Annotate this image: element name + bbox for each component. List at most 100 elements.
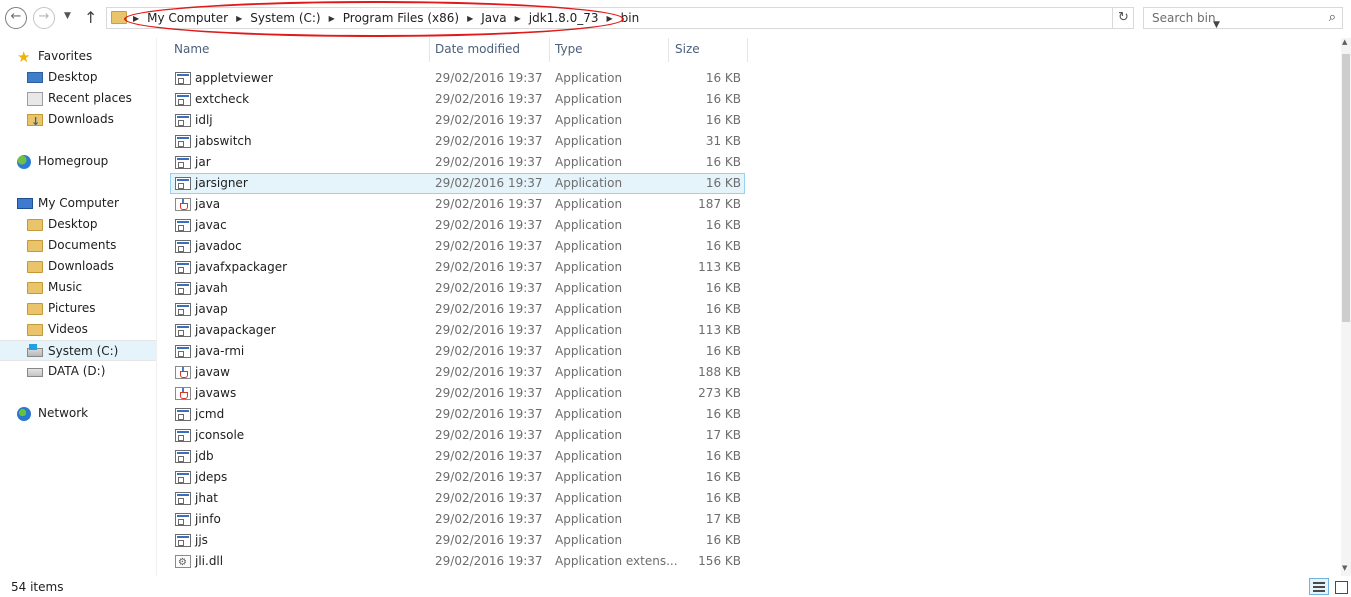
file-type: Application: [555, 365, 623, 379]
file-row[interactable]: jhat 29/02/2016 19:37 Application 16 KB: [157, 488, 757, 509]
file-row[interactable]: jli.dll 29/02/2016 19:37 Application exten…: [157, 551, 757, 573]
nav-favorites[interactable]: ★ Favorites: [0, 46, 156, 67]
file-row[interactable]: idlj 29/02/2016 19:37 Application 16 KB: [157, 110, 757, 131]
column-header-type[interactable]: Type: [555, 42, 583, 56]
scroll-down-icon[interactable]: ▼: [1342, 564, 1347, 572]
breadcrumb-chevron-icon[interactable]: ▶: [236, 14, 242, 23]
file-date-modified: 29/02/2016 19:37: [435, 554, 543, 568]
breadcrumb-item[interactable]: My Computer: [147, 11, 228, 25]
favorites-group: ★ Favorites Desktop Recent places Downlo…: [0, 46, 156, 132]
file-row[interactable]: jjs 29/02/2016 19:37 Application 16 KB: [157, 530, 757, 551]
file-row[interactable]: jar 29/02/2016 19:37 Application 16 KB: [157, 152, 757, 173]
vertical-scrollbar[interactable]: ▲ ▼: [1341, 38, 1351, 576]
breadcrumb-item[interactable]: bin: [621, 11, 640, 25]
application-icon: [175, 261, 191, 274]
file-row[interactable]: jcmd 29/02/2016 19:37 Application 16 KB: [157, 404, 757, 425]
file-row[interactable]: javah 29/02/2016 19:37 Application 16 KB: [157, 278, 757, 299]
file-name: jinfo: [195, 512, 221, 526]
file-row[interactable]: jinfo 29/02/2016 19:37 Application 17 KB: [157, 509, 757, 530]
file-row[interactable]: java 29/02/2016 19:37 Application 187 KB: [157, 194, 757, 215]
file-type: Application: [555, 533, 623, 547]
column-header-name[interactable]: Name: [174, 42, 209, 56]
file-row[interactable]: javafxpackager 29/02/2016 19:37 Applicatio…: [157, 257, 757, 278]
file-row[interactable]: appletviewer 29/02/2016 19:37 Application 1…: [157, 68, 757, 89]
column-divider[interactable]: [429, 38, 430, 62]
recent-locations-button[interactable]: ▼: [64, 11, 71, 21]
breadcrumb-item[interactable]: Java: [481, 11, 506, 25]
dll-file-icon: [175, 552, 191, 573]
nav-computer-documents[interactable]: Documents: [0, 235, 156, 256]
column-header-size[interactable]: Size: [675, 42, 700, 56]
file-row[interactable]: java-rmi 29/02/2016 19:37 Application 16 KB: [157, 341, 757, 362]
scrollbar-thumb[interactable]: [1342, 54, 1350, 322]
up-button[interactable]: ↑: [84, 8, 97, 27]
file-row[interactable]: javadoc 29/02/2016 19:37 Application 16 KB: [157, 236, 757, 257]
breadcrumb-chevron-icon[interactable]: ▶: [133, 14, 139, 23]
file-name: javapackager: [195, 323, 276, 337]
file-date-modified: 29/02/2016 19:37: [435, 134, 543, 148]
breadcrumb-item[interactable]: Program Files (x86): [343, 11, 459, 25]
scroll-up-icon[interactable]: ▲: [1342, 38, 1347, 46]
nav-my-computer[interactable]: My Computer: [0, 193, 156, 214]
file-name: jcmd: [195, 407, 225, 421]
nav-favorites-downloads[interactable]: Downloads: [0, 109, 156, 132]
back-button[interactable]: ←: [5, 7, 27, 29]
file-date-modified: 29/02/2016 19:37: [435, 197, 543, 211]
column-headers: Name Date modified Type Size: [157, 38, 757, 62]
large-icons-view-icon[interactable]: [1332, 578, 1349, 595]
nav-computer-pictures[interactable]: Pictures: [0, 298, 156, 319]
file-row[interactable]: javaws 29/02/2016 19:37 Application 273 KB: [157, 383, 757, 404]
file-row[interactable]: javac 29/02/2016 19:37 Application 16 KB: [157, 215, 757, 236]
search-input[interactable]: [1144, 8, 1314, 28]
file-date-modified: 29/02/2016 19:37: [435, 92, 543, 106]
nav-computer-system-c[interactable]: System (C:): [0, 340, 156, 361]
file-name: javac: [195, 218, 227, 232]
nav-favorites-desktop[interactable]: Desktop: [0, 67, 156, 88]
file-row[interactable]: jabswitch 29/02/2016 19:37 Application 31 K…: [157, 131, 757, 152]
nav-homegroup[interactable]: Homegroup: [0, 151, 156, 172]
breadcrumb-chevron-icon[interactable]: ▶: [329, 14, 335, 23]
nav-label: Videos: [48, 322, 88, 336]
file-name: javah: [195, 281, 228, 295]
file-row[interactable]: jdb 29/02/2016 19:37 Application 16 KB: [157, 446, 757, 467]
file-row[interactable]: javapackager 29/02/2016 19:37 Application 1…: [157, 320, 757, 341]
file-row[interactable]: jdeps 29/02/2016 19:37 Application 16 KB: [157, 467, 757, 488]
file-row[interactable]: jconsole 29/02/2016 19:37 Application 17 KB: [157, 425, 757, 446]
breadcrumb-item[interactable]: System (C:): [250, 11, 320, 25]
forward-button[interactable]: →: [33, 7, 55, 29]
address-bar[interactable]: ▶ My Computer ▶ System (C:) ▶ Program Files (…: [106, 7, 1220, 30]
nav-favorites-recent-places[interactable]: Recent places: [0, 88, 156, 109]
file-type: Application: [555, 386, 623, 400]
file-size: 16 KB: [705, 92, 741, 106]
nav-computer-videos[interactable]: Videos: [0, 319, 156, 340]
file-row[interactable]: javap 29/02/2016 19:37 Application 16 KB: [157, 299, 757, 320]
nav-label: Documents: [48, 238, 117, 252]
nav-computer-music[interactable]: Music: [0, 277, 156, 298]
nav-computer-downloads[interactable]: Downloads: [0, 256, 156, 277]
file-type: Application: [555, 176, 623, 190]
breadcrumb-chevron-icon[interactable]: ▶: [606, 14, 612, 23]
column-divider[interactable]: [549, 38, 550, 62]
file-row[interactable]: javaw 29/02/2016 19:37 Application 188 KB: [157, 362, 757, 383]
nav-network[interactable]: Network: [0, 403, 156, 424]
breadcrumb-chevron-icon[interactable]: ▶: [467, 14, 473, 23]
refresh-button[interactable]: ↻: [1112, 7, 1134, 29]
file-row[interactable]: extcheck 29/02/2016 19:37 Application 16 KB: [157, 89, 757, 110]
file-name: jdeps: [195, 470, 228, 484]
breadcrumb-chevron-icon[interactable]: ▶: [515, 14, 521, 23]
file-size: 273 KB: [698, 386, 741, 400]
breadcrumb-item[interactable]: jdk1.8.0_73: [529, 11, 599, 25]
nav-computer-desktop[interactable]: Desktop: [0, 214, 156, 235]
details-view-icon[interactable]: [1309, 578, 1329, 595]
column-header-date[interactable]: Date modified: [435, 42, 520, 56]
file-row[interactable]: jarsigner 29/02/2016 19:37 Application 16 K…: [170, 173, 745, 194]
file-name: javaw: [195, 365, 230, 379]
search-icon[interactable]: ⌕: [1329, 10, 1336, 25]
search-box[interactable]: ⌕: [1143, 7, 1343, 29]
java-app-icon: [175, 366, 191, 379]
nav-computer-data-d[interactable]: DATA (D:): [0, 361, 156, 382]
file-name: javadoc: [195, 239, 242, 253]
column-divider[interactable]: [668, 38, 669, 62]
column-divider[interactable]: [747, 38, 748, 62]
application-icon: [175, 513, 191, 526]
